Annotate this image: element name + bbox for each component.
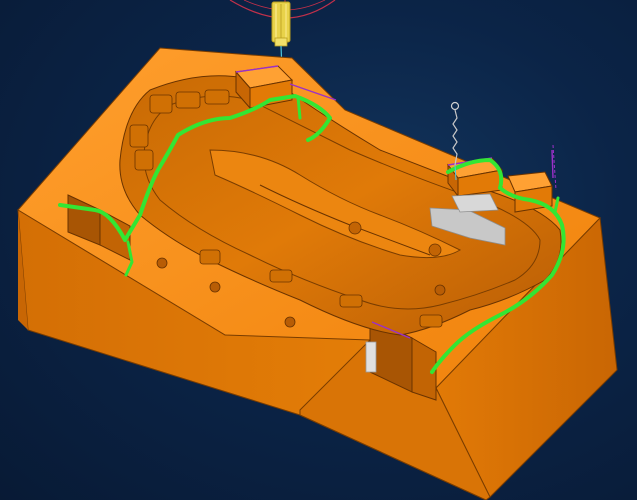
cutting-tool-icon[interactable] [271, 1, 291, 47]
edge-marker-right [552, 144, 557, 191]
mold-3d-scene[interactable] [0, 0, 637, 500]
cad-viewport[interactable] [0, 0, 637, 500]
